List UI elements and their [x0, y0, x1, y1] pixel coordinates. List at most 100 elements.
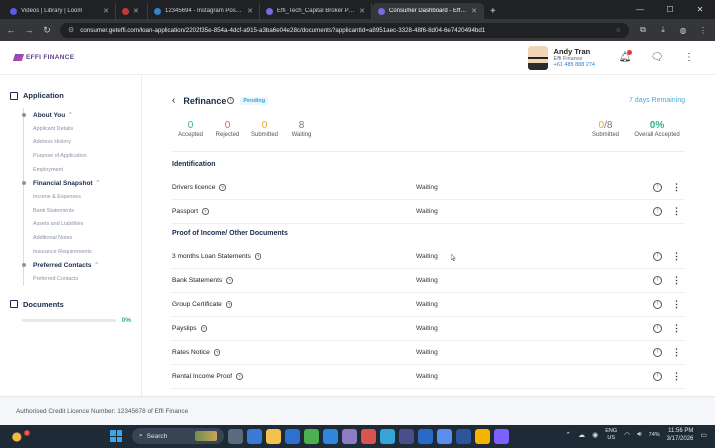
app-icon[interactable] — [475, 428, 490, 444]
sidebar-sub-item[interactable]: Insurance Requirements — [24, 245, 131, 259]
app-icon[interactable] — [361, 428, 376, 444]
stat-label: Overall Accepted — [634, 132, 680, 138]
reload-icon[interactable]: ↻ — [42, 25, 52, 36]
upload-icon[interactable]: ↑ — [653, 252, 662, 261]
battery-level[interactable]: 74% — [649, 432, 660, 438]
chrome-icon[interactable] — [304, 428, 319, 444]
outlook-icon[interactable] — [323, 428, 338, 444]
kebab-menu-icon[interactable]: ⋮ — [672, 323, 681, 334]
upload-icon[interactable]: ↑ — [653, 207, 662, 216]
upload-icon[interactable]: ↑ — [653, 276, 662, 285]
notifications-bell-icon[interactable]: 🔔︎ — [613, 50, 637, 63]
kebab-menu-icon[interactable]: ⋮ — [672, 182, 681, 193]
chevron-up-icon[interactable]: ⌃ — [565, 431, 571, 439]
taskbar-search[interactable]: ⌕ Search — [132, 428, 224, 444]
help-icon[interactable]: ? — [213, 349, 221, 356]
volume-icon[interactable]: 🔊︎ — [637, 431, 641, 439]
edge-icon[interactable] — [380, 428, 395, 444]
extensions-icon[interactable]: ⧉ — [637, 25, 649, 35]
help-icon[interactable]: ? — [225, 301, 233, 308]
back-arrow-icon[interactable]: ← — [6, 25, 16, 35]
sidebar-sub-item[interactable]: Applicant Details — [24, 122, 131, 136]
help-icon[interactable]: ? — [236, 373, 243, 380]
browser-tab[interactable]: 12345694 - Instagram Post | ... ✕ — [148, 3, 260, 19]
profile-icon[interactable]: ◍ — [677, 26, 689, 35]
sidebar-sub-item[interactable]: Purpose of Application — [24, 149, 131, 163]
kebab-menu-icon[interactable]: ⋮ — [672, 299, 681, 310]
help-icon[interactable]: ? — [219, 184, 226, 191]
task-view-icon[interactable] — [228, 428, 243, 444]
browser-menu-icon[interactable]: ⋮ — [697, 26, 709, 35]
browser-tab[interactable]: Videos | Library | Loom ✕ — [4, 3, 116, 19]
close-tab-icon[interactable]: ✕ — [103, 7, 109, 15]
close-tab-icon[interactable]: ✕ — [471, 7, 477, 15]
upload-icon[interactable]: ↑ — [653, 372, 662, 381]
minimize-icon[interactable]: — — [625, 0, 655, 19]
upload-icon[interactable]: ↑ — [653, 324, 662, 333]
language-indicator[interactable]: ENG US — [605, 428, 617, 442]
help-icon[interactable]: ? — [200, 325, 208, 332]
help-icon[interactable]: ? — [226, 277, 233, 284]
notification-icon[interactable]: ▭ — [700, 431, 707, 439]
sidebar-item-about-you[interactable]: About You ⌃ — [22, 108, 131, 122]
windows-start-icon[interactable] — [110, 430, 122, 442]
kebab-menu-icon[interactable]: ⋮ — [672, 347, 681, 358]
file-explorer-icon[interactable] — [266, 428, 281, 444]
close-tab-icon[interactable]: ✕ — [359, 7, 365, 15]
browser-tab[interactable]: ✕ — [116, 3, 148, 19]
document-label: Rental Income Proof — [172, 373, 233, 380]
avatar[interactable] — [527, 45, 548, 70]
brand-logo[interactable]: EFFI FINANCE — [12, 54, 74, 61]
help-icon[interactable]: ? — [254, 253, 262, 260]
back-chevron-icon[interactable]: ‹ — [172, 95, 175, 106]
sidebar-sub-item[interactable]: Employment — [24, 163, 131, 177]
bookmark-star-icon[interactable]: ☆ — [615, 27, 621, 34]
sidebar-sub-item[interactable]: Address History — [24, 136, 131, 150]
info-icon[interactable]: i — [227, 97, 235, 104]
upload-icon[interactable]: ↑ — [653, 183, 662, 192]
weather-widget-icon[interactable]: 1 — [8, 429, 30, 444]
new-tab-button[interactable]: + — [484, 6, 504, 19]
upload-icon[interactable]: ↑ — [653, 348, 662, 357]
clock[interactable]: 11:56 PM 3/17/2026 — [667, 427, 694, 443]
sidebar-item-preferred-contacts[interactable]: Preferred Contacts ⌃ — [22, 258, 131, 272]
wifi-icon[interactable]: ◠ — [624, 431, 630, 439]
site-info-icon[interactable]: ⚙ — [68, 26, 74, 34]
app-icon[interactable] — [456, 428, 471, 444]
sidebar-sub-item[interactable]: Income & Expenses — [24, 190, 131, 204]
sidebar-item-financial-snapshot[interactable]: Financial Snapshot ⌃ — [22, 176, 131, 190]
forward-arrow-icon[interactable]: → — [24, 25, 34, 35]
close-window-icon[interactable]: ✕ — [685, 0, 715, 19]
close-tab-icon[interactable]: ✕ — [247, 7, 253, 15]
tray-app-icon[interactable]: ◉ — [592, 431, 598, 439]
app-icon[interactable] — [285, 428, 300, 444]
teams-icon[interactable] — [342, 428, 357, 444]
sidebar-sub-item[interactable]: Preferred Contacts — [24, 272, 131, 286]
kebab-menu-icon[interactable]: ⋮ — [672, 251, 681, 262]
download-icon[interactable]: ⤓ — [657, 25, 669, 35]
kebab-menu-icon[interactable]: ⋮ — [672, 371, 681, 382]
help-icon[interactable]: ? — [202, 208, 209, 215]
copilot-icon[interactable] — [247, 428, 262, 444]
app-icon[interactable] — [399, 428, 414, 444]
more-menu-icon[interactable]: ⋮ — [677, 52, 701, 63]
maximize-icon[interactable]: ☐ — [655, 0, 685, 19]
word-icon[interactable] — [418, 428, 433, 444]
close-tab-icon[interactable]: ✕ — [133, 7, 139, 15]
stat-rejected: 0 Rejected — [209, 120, 246, 138]
kebab-menu-icon[interactable]: ⋮ — [672, 206, 681, 217]
kebab-menu-icon[interactable]: ⋮ — [672, 275, 681, 286]
browser-tab[interactable]: Effi_Tech_Capital Broker Portal ✕ — [260, 3, 372, 19]
chat-icon[interactable]: 🗨︎ — [645, 52, 669, 63]
url-input[interactable]: ⚙ consumer.geteffi.com/loan-application/… — [60, 22, 629, 38]
sidebar-documents-heading[interactable]: Documents — [10, 300, 131, 309]
app-icon[interactable] — [437, 428, 452, 444]
sidebar-application-heading[interactable]: Application — [10, 91, 131, 100]
onedrive-icon[interactable]: ☁ — [578, 431, 585, 439]
browser-tab-active[interactable]: Consumer Dashboard - Effi Fina... ✕ — [372, 3, 484, 19]
app-icon[interactable] — [494, 428, 509, 444]
upload-icon[interactable]: ↑ — [653, 300, 662, 309]
sidebar-sub-item[interactable]: Bank Statements — [24, 204, 131, 218]
sidebar-sub-item[interactable]: Additional Notes — [24, 231, 131, 245]
sidebar-sub-item[interactable]: Assets and Liabilities — [24, 218, 131, 232]
